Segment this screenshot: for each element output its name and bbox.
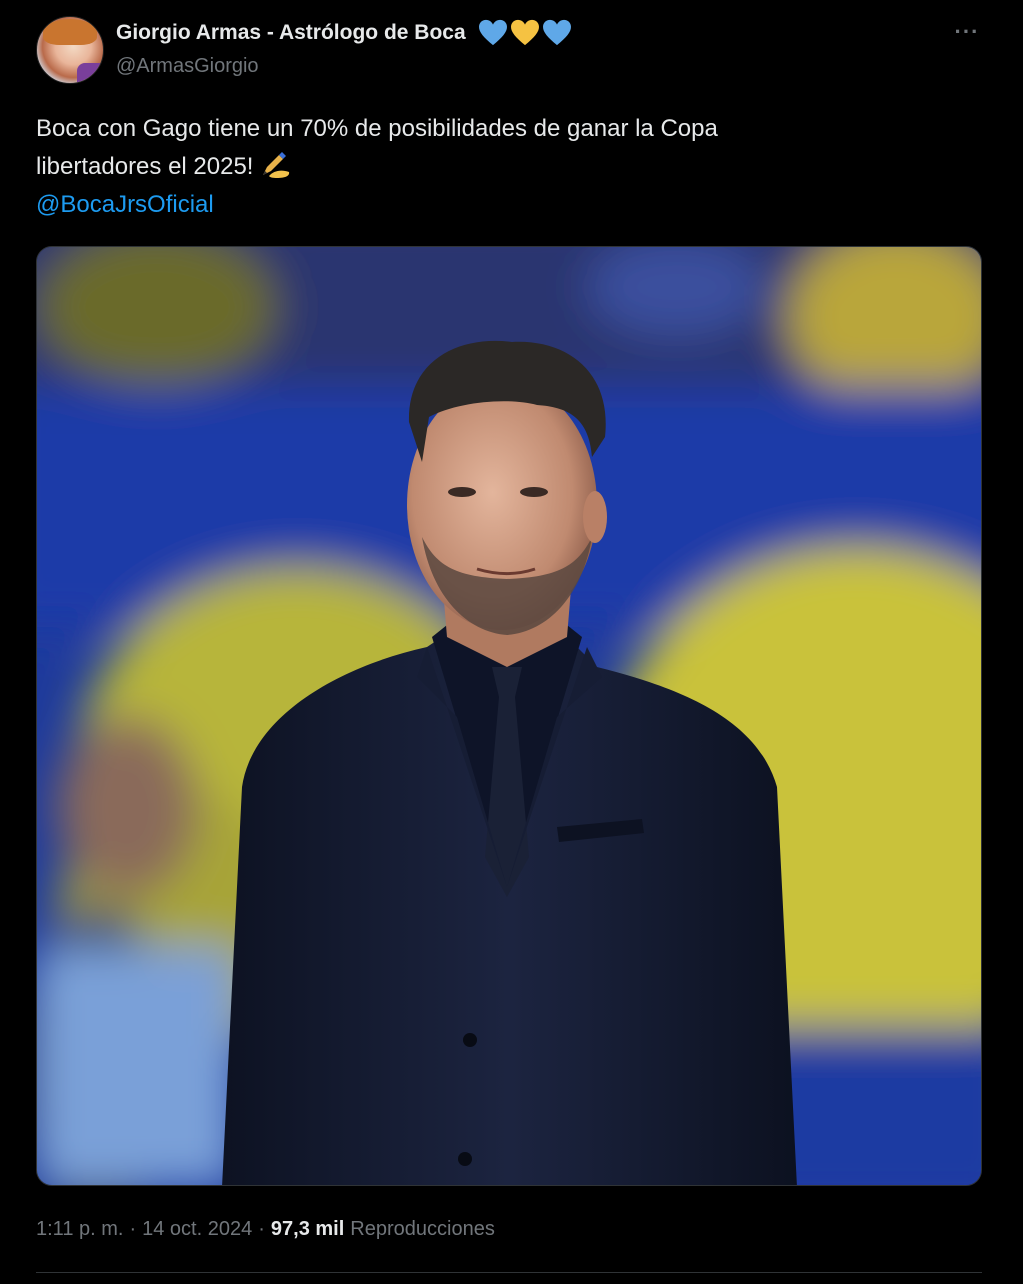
views-count: 97,3 mil <box>270 1218 345 1240</box>
tweet-metadata: 1:11 p. m. · 14 oct. 2024 · 97,3 mil Rep… <box>36 1218 495 1241</box>
divider <box>36 1272 982 1273</box>
author-handle[interactable]: @ArmasGiorgio <box>116 55 259 78</box>
writing-hand-icon <box>263 152 290 178</box>
blue-heart-icon <box>542 19 571 46</box>
more-options-icon[interactable]: ··· <box>952 21 982 43</box>
photo-man-in-suit <box>37 247 981 1185</box>
avatar-hair <box>43 19 97 45</box>
tweet-text-line-1: Boca con Gago tiene un 70% de posibilida… <box>36 115 718 142</box>
author-display-name[interactable]: Giorgio Armas - Astrólogo de Boca <box>116 21 466 45</box>
tweet-time[interactable]: 1:11 p. m. <box>36 1218 123 1241</box>
yellow-heart-icon <box>510 19 539 46</box>
mention-link[interactable]: @BocaJrsOficial <box>36 186 966 224</box>
tweet-text-line-2: libertadores el 2025! <box>36 148 966 186</box>
tweet-text-line-2-text: libertadores el 2025! <box>36 153 254 180</box>
author-badges <box>478 19 572 47</box>
tweet-media-photo[interactable] <box>36 246 982 1186</box>
blue-heart-icon <box>478 19 507 46</box>
author-name-line: Giorgio Armas - Astrólogo de Boca <box>116 19 572 47</box>
meta-separator: · <box>129 1218 137 1240</box>
avatar-shirt <box>77 63 103 83</box>
avatar[interactable] <box>36 16 104 84</box>
tweet-date[interactable]: 14 oct. 2024 <box>142 1218 252 1241</box>
tweet-text: Boca con Gago tiene un 70% de posibilida… <box>36 110 966 224</box>
views-label: Reproducciones <box>350 1218 495 1240</box>
tweet-card: Giorgio Armas - Astrólogo de Boca @Armas… <box>0 0 1023 1284</box>
meta-separator: · <box>258 1218 265 1240</box>
